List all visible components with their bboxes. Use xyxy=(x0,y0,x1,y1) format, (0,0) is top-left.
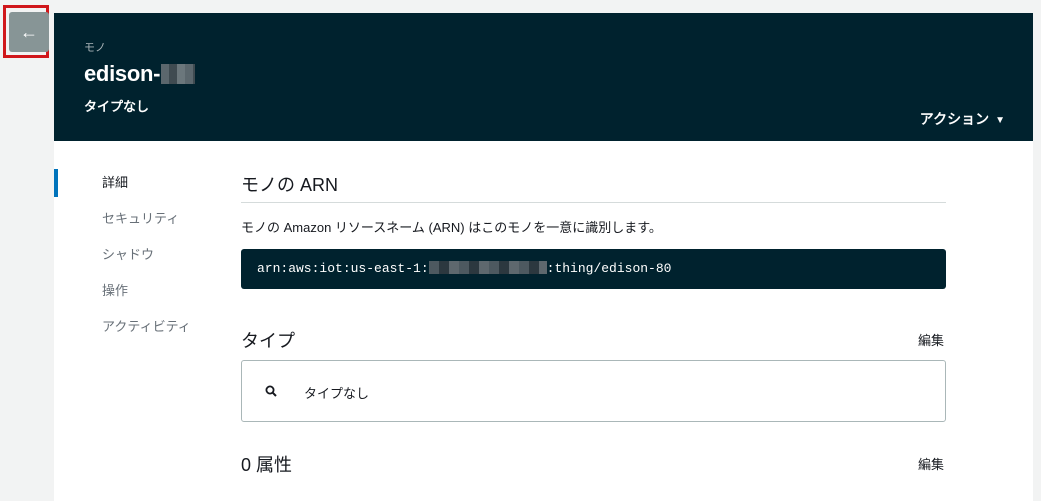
nav-item-details[interactable]: 詳細 xyxy=(54,169,224,205)
side-nav: 詳細 セキュリティ シャドウ 操作 アクティビティ xyxy=(54,169,224,349)
nav-item-interact[interactable]: 操作 xyxy=(54,277,224,313)
edit-type-link[interactable]: 編集 xyxy=(918,330,944,349)
nav-item-label: アクティビティ xyxy=(102,319,191,334)
nav-item-shadow[interactable]: シャドウ xyxy=(54,241,224,277)
divider xyxy=(241,202,946,203)
page-subtitle: タイプなし xyxy=(84,99,150,114)
edit-attributes-link[interactable]: 編集 xyxy=(918,454,944,473)
type-heading: タイプ xyxy=(241,331,295,351)
page-title-text: edison- xyxy=(84,61,161,86)
actions-menu-button[interactable]: アクション ▼ xyxy=(920,109,1005,129)
page-title: edison- xyxy=(84,61,196,87)
attributes-heading: 0 属性 xyxy=(241,455,293,475)
nav-item-activity[interactable]: アクティビティ xyxy=(54,313,224,349)
caret-down-icon: ▼ xyxy=(995,115,1005,126)
search-icon xyxy=(265,385,277,397)
nav-item-label: セキュリティ xyxy=(102,211,180,226)
redacted-block xyxy=(161,64,196,84)
nav-item-label: 詳細 xyxy=(102,175,129,190)
nav-item-security[interactable]: セキュリティ xyxy=(54,205,224,241)
arn-prefix: arn:aws:iot:us-east-1: xyxy=(257,261,429,276)
arn-value-box[interactable]: arn:aws:iot:us-east-1: :thing/edison-80 xyxy=(241,249,946,289)
arn-suffix: :thing/edison-80 xyxy=(546,261,672,276)
page-header: モノ edison- タイプなし アクション ▼ xyxy=(54,13,1033,141)
arn-description: モノの Amazon リソースネーム (ARN) はこのモノを一意に識別します。 xyxy=(241,220,662,235)
back-button[interactable]: ← xyxy=(9,12,49,52)
arrow-left-icon: ← xyxy=(20,21,38,42)
detail-panel: 詳細 セキュリティ シャドウ 操作 アクティビティ モノの ARN モノの Am… xyxy=(54,141,1033,501)
nav-item-label: シャドウ xyxy=(102,247,155,262)
type-search-field[interactable]: タイプなし xyxy=(241,360,946,422)
nav-item-label: 操作 xyxy=(102,283,129,298)
type-value: タイプなし xyxy=(304,386,370,401)
actions-label: アクション xyxy=(919,111,990,127)
redacted-block xyxy=(428,261,547,274)
breadcrumb[interactable]: モノ xyxy=(84,39,106,55)
arn-heading: モノの ARN xyxy=(241,175,339,195)
